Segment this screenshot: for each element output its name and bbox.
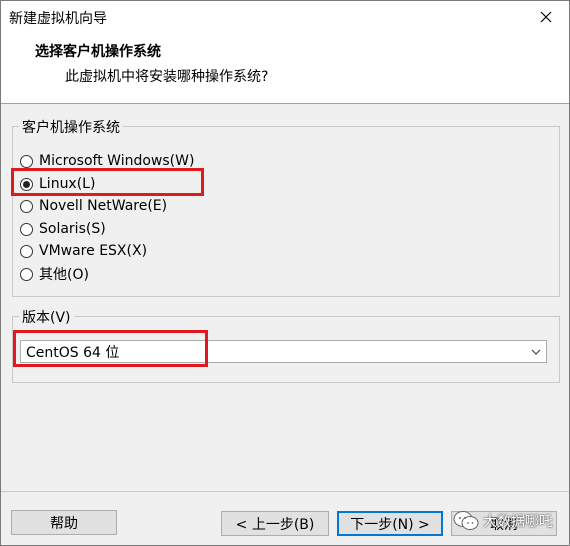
version-group: 版本(V) CentOS 64 位 <box>12 307 560 383</box>
version-selected-value: CentOS 64 位 <box>26 344 120 361</box>
radio-label: VMware ESX(X) <box>39 243 148 259</box>
page-subtitle: 此虚拟机中将安装哪种操作系统? <box>65 69 269 85</box>
radio-linux[interactable]: Linux(L) <box>20 174 95 194</box>
radio-label: Solaris(S) <box>39 221 106 237</box>
radio-windows[interactable]: Microsoft Windows(W) <box>20 151 194 171</box>
radio-button[interactable] <box>20 222 33 236</box>
radio-button[interactable] <box>20 199 33 213</box>
radio-button[interactable] <box>20 154 33 168</box>
cancel-button[interactable]: 取消 <box>451 511 557 536</box>
radio-solaris[interactable]: Solaris(S) <box>20 219 106 239</box>
radio-vmware-esx[interactable]: VMware ESX(X) <box>20 241 147 261</box>
help-button[interactable]: 帮助 <box>11 510 117 535</box>
close-button[interactable] <box>523 1 569 33</box>
guest-os-legend: 客户机操作系统 <box>19 117 123 137</box>
version-legend: 版本(V) <box>19 307 74 327</box>
radio-button-checked[interactable] <box>20 177 33 191</box>
radio-netware[interactable]: Novell NetWare(E) <box>20 196 167 216</box>
radio-label: Microsoft Windows(W) <box>39 153 195 169</box>
wizard-header: 选择客户机操作系统 此虚拟机中将安装哪种操作系统? <box>1 33 569 104</box>
radio-other[interactable]: 其他(O) <box>20 264 89 284</box>
chevron-down-icon <box>531 349 541 355</box>
back-button[interactable]: < 上一步(B) <box>221 511 329 536</box>
page-title: 选择客户机操作系统 <box>35 44 161 60</box>
next-button[interactable]: 下一步(N) > <box>337 511 443 536</box>
radio-button[interactable] <box>20 244 33 258</box>
window-title: 新建虚拟机向导 <box>9 11 107 27</box>
radio-label: Linux(L) <box>39 176 96 192</box>
radio-button[interactable] <box>20 267 33 281</box>
footer-divider <box>1 491 569 492</box>
title-bar: 新建虚拟机向导 <box>1 1 569 33</box>
version-dropdown[interactable]: CentOS 64 位 <box>20 340 547 363</box>
new-vm-wizard-dialog: 新建虚拟机向导 选择客户机操作系统 此虚拟机中将安装哪种操作系统? 客户机操作系… <box>0 0 570 546</box>
guest-os-group: 客户机操作系统 Microsoft Windows(W) Linux(L) No… <box>12 117 560 297</box>
radio-label: 其他(O) <box>39 267 89 283</box>
close-icon <box>540 11 552 23</box>
radio-label: Novell NetWare(E) <box>39 198 168 214</box>
dropdown-arrow[interactable] <box>526 341 546 362</box>
